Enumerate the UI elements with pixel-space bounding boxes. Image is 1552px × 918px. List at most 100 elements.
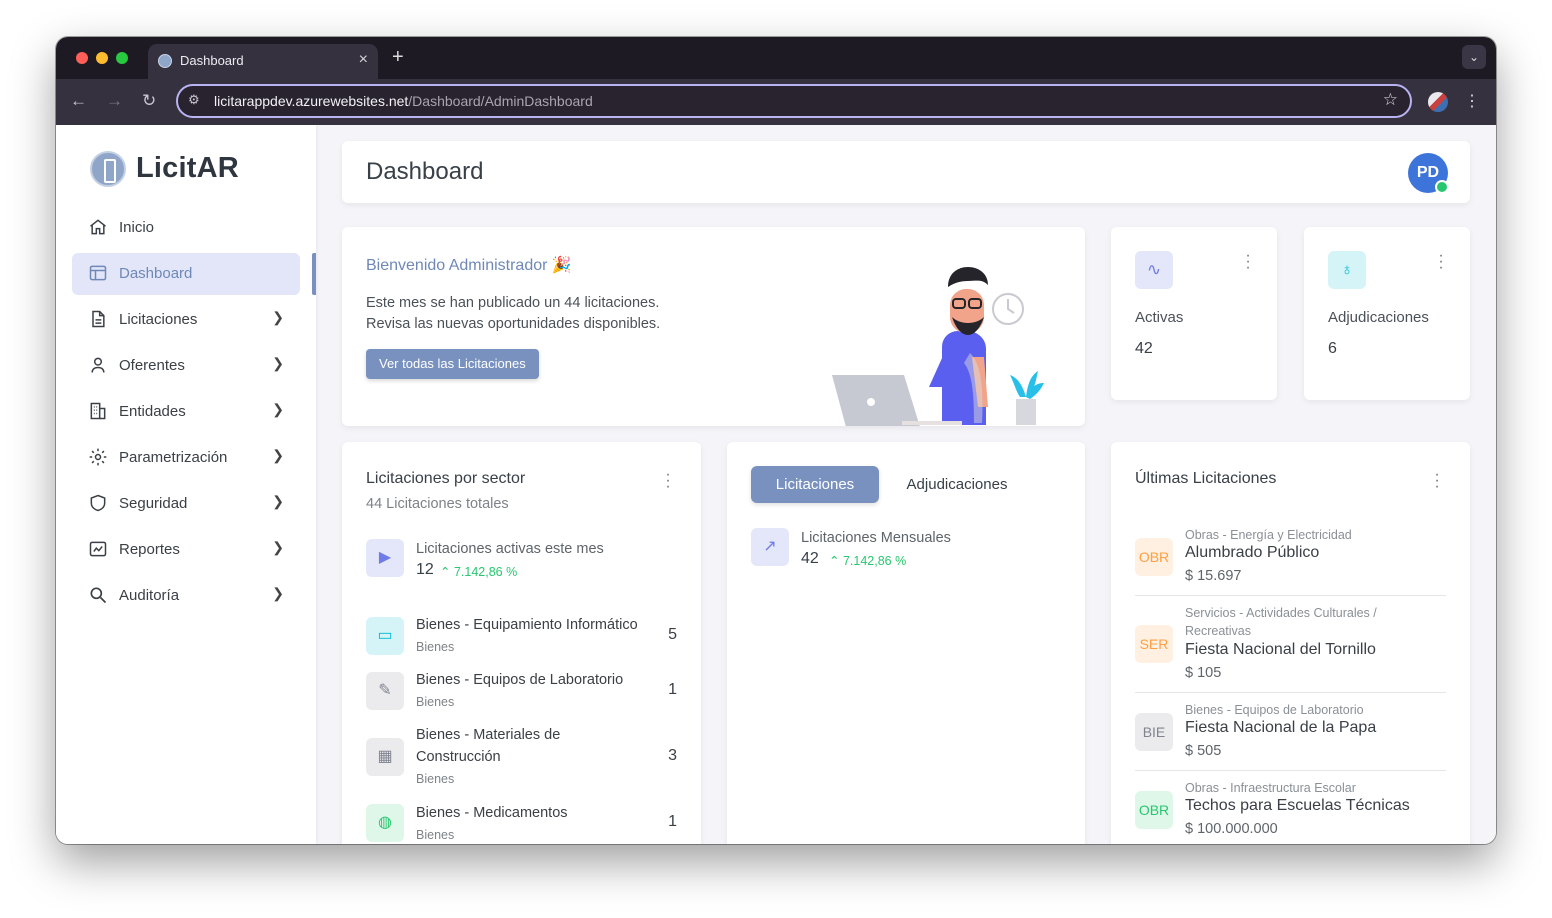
zoom-window-button[interactable] [116,52,128,64]
browser-window: Dashboard × + ⌄ ← → ↻ ⚙ licitarappdev.az… [56,37,1496,844]
welcome-heading: Bienvenido Administrador 🎉 [366,257,572,274]
shield-icon [90,494,106,512]
tab-licitaciones[interactable]: Licitaciones [751,466,879,503]
pulse-icon: ∿ [1135,251,1173,289]
active-month-value: 12 [416,561,434,578]
more-options-icon[interactable]: · · · [665,467,671,495]
row-subtitle: Bienes [416,695,455,709]
browser-menu-icon[interactable]: ⋮ [1464,91,1480,111]
row-title-line2: Construcción [416,749,501,765]
chart-line-icon [89,541,107,557]
divider [1135,770,1446,771]
bookmark-star-icon[interactable]: ☆ [1383,90,1398,110]
layout-icon [89,265,107,281]
item-title: Fiesta Nacional de la Papa [1185,719,1377,736]
more-options-icon[interactable]: · · · [1434,467,1440,495]
sidebar-item-dashboard[interactable]: Dashboard [72,253,300,295]
row-title: Bienes - Materiales de [416,727,561,743]
badge-obr: OBR [1135,538,1173,576]
item-price: $ 105 [1185,665,1222,681]
row-count: 1 [668,813,677,830]
row-count: 5 [668,626,677,643]
sidebar-item-licitaciones[interactable]: Licitaciones ❯ [72,299,300,341]
sidebar-item-label: Auditoría [119,587,180,604]
chevron-right-icon: ❯ [272,309,284,325]
tabs-card: Licitaciones Adjudicaciones ↗ Licitacion… [727,442,1085,844]
chevron-right-icon: ❯ [272,585,284,601]
logo-icon [90,151,126,187]
close-tab-icon[interactable]: × [359,51,368,69]
item-category: Obras - Energía y Electricidad [1185,528,1352,542]
chevron-right-icon: ❯ [272,539,284,555]
tab-search-button[interactable]: ⌄ [1462,45,1486,69]
divider [1135,595,1446,596]
stat-label: Activas [1135,309,1184,326]
brand-name: LicitAR [136,152,239,184]
active-month-change: ⌃ 7.142,86 % [440,565,518,579]
welcome-text: Este mes se han publicado un 44 licitaci… [366,295,661,332]
gear-icon [89,448,107,466]
favicon-icon [158,54,172,68]
chevron-right-icon: ❯ [272,493,284,509]
view-all-licitaciones-button[interactable]: Ver todas las Licitaciones [366,349,539,379]
tab-title: Dashboard [180,53,244,68]
item-category: Servicios - Actividades Culturales / Rec… [1185,606,1377,638]
laptop-icon: ▭ [366,617,404,655]
sector-subtitle: 44 Licitaciones totales [366,496,509,512]
tab-adjudicaciones[interactable]: Adjudicaciones [889,466,1025,503]
tab-strip: Dashboard × + ⌄ [56,37,1496,79]
close-window-button[interactable] [76,52,88,64]
new-tab-button[interactable]: + [392,46,404,69]
pipette-icon: ✎ [366,672,404,710]
more-options-icon[interactable]: · · · [1438,248,1444,276]
browser-tab[interactable]: Dashboard × [148,44,378,79]
address-bar[interactable]: ⚙ licitarappdev.azurewebsites.net/Dashbo… [176,84,1412,118]
developer-illustration [832,267,1044,426]
sidebar-item-auditoria[interactable]: Auditoría ❯ [72,575,300,617]
item-title: Techos para Escuelas Técnicas [1185,797,1410,814]
item-title: Alumbrado Público [1185,544,1320,561]
row-subtitle: Bienes [416,772,455,786]
active-month-label: Licitaciones activas este mes [416,541,604,557]
app-area: LicitAR Inicio Dashboard Licitaciones ❯ … [56,125,1496,844]
sidebar: LicitAR Inicio Dashboard Licitaciones ❯ … [56,125,316,844]
sidebar-item-label: Reportes [119,541,180,558]
minimize-window-button[interactable] [96,52,108,64]
site-info-icon[interactable]: ⚙ [188,92,200,108]
back-icon[interactable]: ← [70,91,87,111]
sector-title: Licitaciones por sector [366,470,526,487]
active-indicator [312,253,316,295]
sidebar-item-label: Oferentes [119,357,185,374]
item-price: $ 15.697 [1185,568,1242,584]
badge-obr: OBR [1135,791,1173,829]
extension-icon[interactable] [1428,92,1448,112]
sidebar-item-label: Entidades [119,403,186,420]
monthly-value: 42 [801,550,819,567]
stat-card-activas: ∿ · · · Activas 42 [1111,227,1277,400]
home-icon [90,219,106,235]
item-title: Fiesta Nacional del Tornillo [1185,641,1376,658]
sidebar-item-parametrizacion[interactable]: Parametrización ❯ [72,437,300,479]
item-price: $ 100.000.000 [1185,821,1278,837]
more-options-icon[interactable]: · · · [1245,248,1251,276]
sidebar-item-oferentes[interactable]: Oferentes ❯ [72,345,300,387]
row-title: Bienes - Equipamiento Informático [416,617,638,633]
forward-icon[interactable]: → [106,91,123,111]
building-icon [90,402,106,420]
sidebar-item-inicio[interactable]: Inicio [72,207,300,249]
pill-icon: ◍ [366,804,404,842]
sidebar-item-label: Seguridad [119,495,188,512]
row-count: 1 [668,681,677,698]
monthly-change: ⌃ 7.142,86 % [829,554,907,568]
sidebar-item-reportes[interactable]: Reportes ❯ [72,529,300,571]
sidebar-item-seguridad[interactable]: Seguridad ❯ [72,483,300,525]
row-subtitle: Bienes [416,640,455,654]
reload-icon[interactable]: ↻ [142,91,156,111]
stat-label: Adjudicaciones [1328,309,1429,326]
chevron-right-icon: ❯ [272,401,284,417]
sidebar-item-entidades[interactable]: Entidades ❯ [72,391,300,433]
url-text[interactable]: licitarappdev.azurewebsites.net/Dashboar… [214,93,593,109]
row-title: Bienes - Medicamentos [416,805,568,821]
sector-card: Licitaciones por sector · · · 44 Licitacio… [342,442,701,844]
avatar[interactable]: PD [1408,153,1449,194]
